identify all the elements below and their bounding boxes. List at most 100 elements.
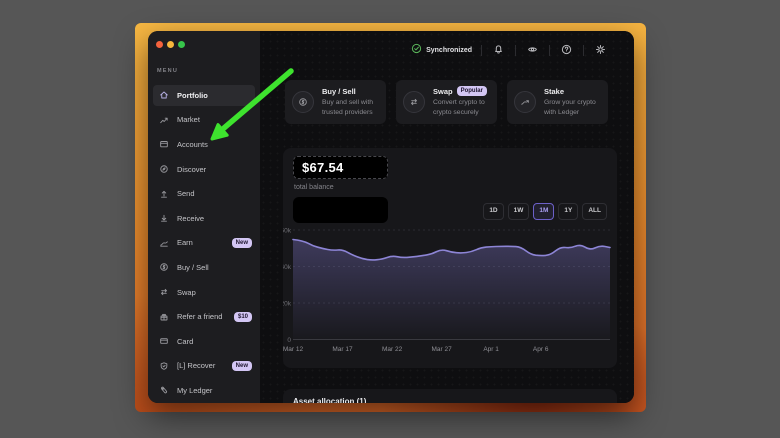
topbar-divider bbox=[549, 45, 550, 56]
quick-action-text: Buy / Sell Buy and sell with trusted prov… bbox=[322, 87, 379, 117]
quick-action-card-stake[interactable]: Stake Grow your crypto with Ledger bbox=[507, 80, 608, 124]
eye-button[interactable] bbox=[525, 41, 540, 60]
sidebar-item-label: Receive bbox=[177, 214, 204, 223]
sidebar-item-l-recover[interactable]: [L] Recover New bbox=[148, 354, 260, 379]
range-button-all[interactable]: ALL bbox=[582, 203, 607, 220]
sidebar-item-label: Portfolio bbox=[177, 91, 208, 100]
sidebar-item-portfolio[interactable]: Portfolio bbox=[148, 83, 260, 108]
svg-text:40k: 40k bbox=[283, 264, 292, 271]
send-arrow-up-icon bbox=[158, 188, 169, 199]
sidebar-item-market[interactable]: Market bbox=[148, 108, 260, 133]
sidebar-item-label: Market bbox=[177, 115, 200, 124]
portfolio-card: $67.54 total balance 1D 1W1M1YALL 0 20k 40k… bbox=[283, 148, 617, 368]
sidebar-item-badge: New bbox=[232, 361, 252, 371]
home-icon bbox=[158, 90, 169, 101]
sidebar-item-label: Refer a friend bbox=[177, 312, 222, 321]
svg-text:Mar 17: Mar 17 bbox=[332, 346, 353, 353]
topbar: Synchronized bbox=[260, 31, 634, 69]
quick-action-text: Stake Grow your crypto with Ledger bbox=[544, 87, 601, 117]
asset-allocation-card: Asset allocation (1) bbox=[283, 389, 617, 403]
quick-action-description: Grow your crypto with Ledger bbox=[544, 98, 601, 117]
svg-text:0: 0 bbox=[287, 337, 291, 344]
topbar-divider bbox=[583, 45, 584, 56]
shield-check-icon bbox=[158, 360, 169, 371]
svg-text:Mar 27: Mar 27 bbox=[431, 346, 452, 353]
portfolio-balance-chart[interactable]: 0 20k 40k 60k Mar 12 Mar 17 Mar 22 Mar 27 Apr 1 A… bbox=[283, 224, 617, 356]
sidebar-item-discover[interactable]: Discover bbox=[148, 157, 260, 182]
svg-text:Apr 6: Apr 6 bbox=[533, 346, 549, 353]
topbar-divider bbox=[515, 45, 516, 56]
sidebar-item-label: Discover bbox=[177, 165, 206, 174]
quick-action-title: Stake bbox=[544, 87, 564, 96]
quick-action-card-swap[interactable]: SwapPopularConvert crypto to crypto secu… bbox=[396, 80, 497, 124]
quick-actions-row: Buy / Sell Buy and sell with trusted prov… bbox=[285, 80, 608, 124]
credit-card-icon bbox=[158, 336, 169, 347]
range-button-1y[interactable]: 1Y bbox=[558, 203, 578, 220]
sidebar-item-earn[interactable]: Earn New bbox=[148, 231, 260, 256]
stake-growth-icon bbox=[514, 91, 536, 113]
receive-arrow-down-icon bbox=[158, 213, 169, 224]
range-button-1d[interactable]: 1D bbox=[483, 203, 503, 220]
accounts-wallet-icon bbox=[158, 139, 169, 150]
sidebar-item-my-ledger[interactable]: My Ledger bbox=[148, 378, 260, 403]
sidebar-item-label: Card bbox=[177, 337, 193, 346]
market-trend-icon bbox=[158, 114, 169, 125]
time-range-selector: 1D 1W1M1YALL bbox=[483, 203, 607, 220]
sidebar-item-label: My Ledger bbox=[177, 386, 212, 395]
minimize-window-button[interactable] bbox=[167, 41, 174, 48]
help-icon bbox=[561, 43, 572, 58]
swap-arrows-icon bbox=[158, 287, 169, 298]
swap-arrows-icon bbox=[403, 91, 425, 113]
quick-action-title: Swap bbox=[433, 87, 453, 96]
range-button-1m[interactable]: 1M bbox=[533, 203, 554, 220]
quick-action-text: SwapPopularConvert crypto to crypto secu… bbox=[433, 86, 490, 117]
quick-action-card-buy-sell[interactable]: Buy / Sell Buy and sell with trusted prov… bbox=[285, 80, 386, 124]
sidebar-item-receive[interactable]: Receive bbox=[148, 206, 260, 231]
ledger-live-window: MENU PortfolioMarketAccountsDiscoverSend… bbox=[148, 31, 634, 403]
range-button-1w[interactable]: 1W bbox=[508, 203, 530, 220]
total-balance-caption: total balance bbox=[294, 184, 334, 191]
svg-text:Apr 1: Apr 1 bbox=[483, 346, 499, 353]
quick-action-description: Convert crypto to crypto securely bbox=[433, 98, 490, 117]
window-controls bbox=[156, 41, 185, 48]
asset-allocation-title: Asset allocation (1) bbox=[293, 397, 617, 403]
sidebar-item-send[interactable]: Send bbox=[148, 181, 260, 206]
sidebar-item-label: Send bbox=[177, 189, 195, 198]
quick-action-description: Buy and sell with trusted providers bbox=[322, 98, 379, 117]
sync-status[interactable]: Synchronized bbox=[411, 41, 472, 59]
svg-text:60k: 60k bbox=[283, 227, 292, 234]
bell-icon bbox=[493, 43, 504, 58]
discover-icon bbox=[158, 164, 169, 175]
sidebar-item-label: Swap bbox=[177, 288, 196, 297]
eye-icon bbox=[527, 43, 538, 58]
sidebar-item-label: Earn bbox=[177, 238, 193, 247]
total-balance-box: $67.54 bbox=[293, 156, 388, 179]
svg-text:Mar 22: Mar 22 bbox=[382, 346, 403, 353]
dollar-circle-icon bbox=[292, 91, 314, 113]
sidebar-item-badge: $10 bbox=[234, 312, 252, 322]
gear-button[interactable] bbox=[593, 41, 608, 60]
fullscreen-window-button[interactable] bbox=[178, 41, 185, 48]
quick-action-title: Buy / Sell bbox=[322, 87, 356, 96]
svg-text:Mar 12: Mar 12 bbox=[283, 346, 303, 353]
sidebar-nav: Portfolio Market Accounts Discover Send Recei… bbox=[148, 83, 260, 403]
sidebar-item-label: Buy / Sell bbox=[177, 263, 209, 272]
sidebar-item-label: [L] Recover bbox=[177, 361, 215, 370]
check-circle-icon bbox=[411, 41, 422, 59]
sidebar-item-buy-sell[interactable]: Buy / Sell bbox=[148, 255, 260, 280]
svg-text:20k: 20k bbox=[283, 300, 292, 307]
sidebar-item-label: Accounts bbox=[177, 140, 208, 149]
ledger-nano-icon bbox=[158, 385, 169, 396]
sidebar-item-accounts[interactable]: Accounts bbox=[148, 132, 260, 157]
dollar-circle-icon bbox=[158, 262, 169, 273]
sidebar-item-card[interactable]: Card bbox=[148, 329, 260, 354]
sidebar-item-refer-a-friend[interactable]: Refer a friend $10 bbox=[148, 304, 260, 329]
earn-growth-icon bbox=[158, 237, 169, 248]
total-balance-value: $67.54 bbox=[302, 160, 344, 175]
sidebar-item-swap[interactable]: Swap bbox=[148, 280, 260, 305]
help-button[interactable] bbox=[559, 41, 574, 60]
bell-button[interactable] bbox=[491, 41, 506, 60]
sidebar-item-badge: New bbox=[232, 238, 252, 248]
desktop-background: MENU PortfolioMarketAccountsDiscoverSend… bbox=[0, 0, 780, 438]
close-window-button[interactable] bbox=[156, 41, 163, 48]
